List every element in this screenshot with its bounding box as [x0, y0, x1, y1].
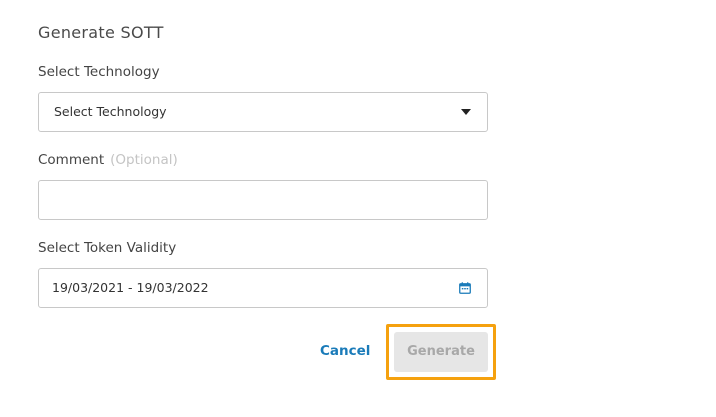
comment-label: Comment (Optional): [38, 152, 178, 168]
token-validity-date-range[interactable]: 19/03/2021 - 19/03/2022: [38, 268, 488, 308]
cancel-button[interactable]: Cancel: [320, 343, 370, 359]
validity-label: Select Token Validity: [38, 240, 177, 256]
comment-label-text: Comment: [38, 152, 105, 168]
technology-label: Select Technology: [38, 64, 160, 80]
technology-select[interactable]: Select Technology: [38, 92, 488, 132]
generate-button[interactable]: Generate: [394, 332, 488, 372]
date-range-value: 19/03/2021 - 19/03/2022: [52, 280, 209, 295]
calendar-icon[interactable]: [459, 282, 471, 294]
caret-down-icon: [461, 109, 471, 115]
generate-sott-panel: Generate SOTT Select Technology Select T…: [0, 0, 716, 417]
comment-input[interactable]: [38, 180, 488, 220]
dialog-title: Generate SOTT: [38, 23, 164, 42]
technology-select-value: Select Technology: [54, 104, 167, 119]
optional-hint: (Optional): [110, 152, 178, 168]
